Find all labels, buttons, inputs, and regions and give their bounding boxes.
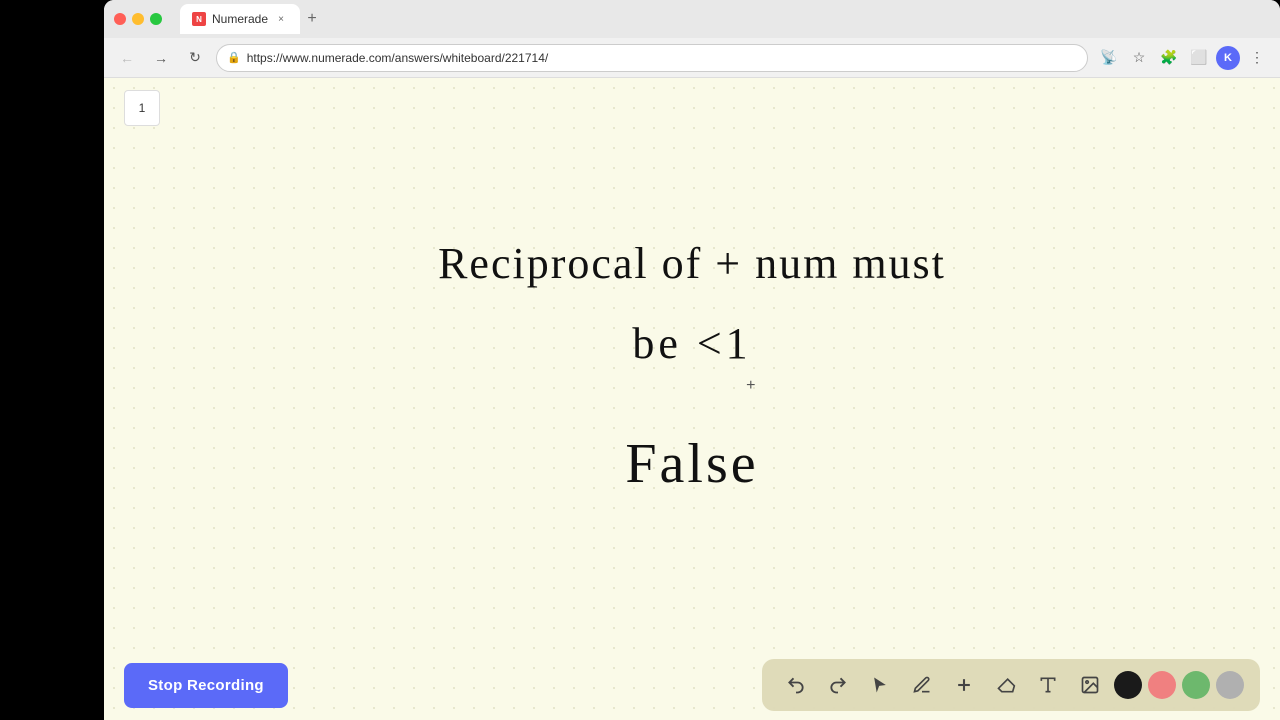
whiteboard-text: Reciprocal of + num must be <1 False [438, 229, 946, 509]
tab-close-button[interactable]: × [274, 12, 288, 26]
tab-bar: N Numerade × + [180, 4, 1270, 34]
minimize-window-button[interactable] [132, 13, 144, 25]
redo-button[interactable] [820, 667, 856, 703]
pen-tool-button[interactable] [904, 667, 940, 703]
cast-button[interactable]: 📡 [1096, 45, 1122, 71]
page-thumbnail[interactable]: 1 [124, 90, 160, 126]
bookmark-button[interactable]: ☆ [1126, 45, 1152, 71]
color-pink-button[interactable] [1148, 671, 1176, 699]
bottom-bar: Stop Recording [104, 650, 1280, 720]
lock-icon: 🔒 [227, 51, 241, 64]
reload-button[interactable]: ↻ [182, 45, 208, 71]
image-tool-button[interactable] [1072, 667, 1108, 703]
color-black-button[interactable] [1114, 671, 1142, 699]
cursor-crosshair: + [746, 377, 755, 395]
content-area: 1 Reciprocal of + num must be <1 False +… [104, 78, 1280, 720]
whiteboard-content: Reciprocal of + num must be <1 False [104, 78, 1280, 720]
whiteboard-line2: be <1 [438, 309, 946, 379]
tab-manager-button[interactable]: ⬜ [1186, 45, 1212, 71]
menu-button[interactable]: ⋮ [1244, 45, 1270, 71]
nav-bar: ← → ↻ 🔒 https://www.numerade.com/answers… [104, 38, 1280, 78]
close-window-button[interactable] [114, 13, 126, 25]
traffic-lights [114, 13, 162, 25]
url-text: https://www.numerade.com/answers/whitebo… [247, 51, 1077, 65]
text-tool-button[interactable] [1030, 667, 1066, 703]
browser-window: N Numerade × + ← → ↻ 🔒 https://www.numer… [104, 0, 1280, 720]
new-tab-button[interactable]: + [300, 7, 324, 31]
undo-button[interactable] [778, 667, 814, 703]
whiteboard-line3: False [438, 420, 946, 510]
add-tool-button[interactable] [946, 667, 982, 703]
extensions-button[interactable]: 🧩 [1156, 45, 1182, 71]
drawing-toolbar [762, 659, 1260, 711]
active-tab[interactable]: N Numerade × [180, 4, 300, 34]
forward-button[interactable]: → [148, 45, 174, 71]
tab-title: Numerade [212, 12, 268, 26]
whiteboard-line1: Reciprocal of + num must [438, 229, 946, 299]
back-button[interactable]: ← [114, 45, 140, 71]
fullscreen-window-button[interactable] [150, 13, 162, 25]
color-green-button[interactable] [1182, 671, 1210, 699]
stop-recording-button[interactable]: Stop Recording [124, 663, 288, 708]
nav-actions: 📡 ☆ 🧩 ⬜ K ⋮ [1096, 45, 1270, 71]
tab-favicon: N [192, 12, 206, 26]
eraser-tool-button[interactable] [988, 667, 1024, 703]
page-number: 1 [139, 101, 146, 115]
title-bar: N Numerade × + [104, 0, 1280, 38]
profile-avatar[interactable]: K [1216, 46, 1240, 70]
select-tool-button[interactable] [862, 667, 898, 703]
color-gray-button[interactable] [1216, 671, 1244, 699]
address-bar[interactable]: 🔒 https://www.numerade.com/answers/white… [216, 44, 1088, 72]
